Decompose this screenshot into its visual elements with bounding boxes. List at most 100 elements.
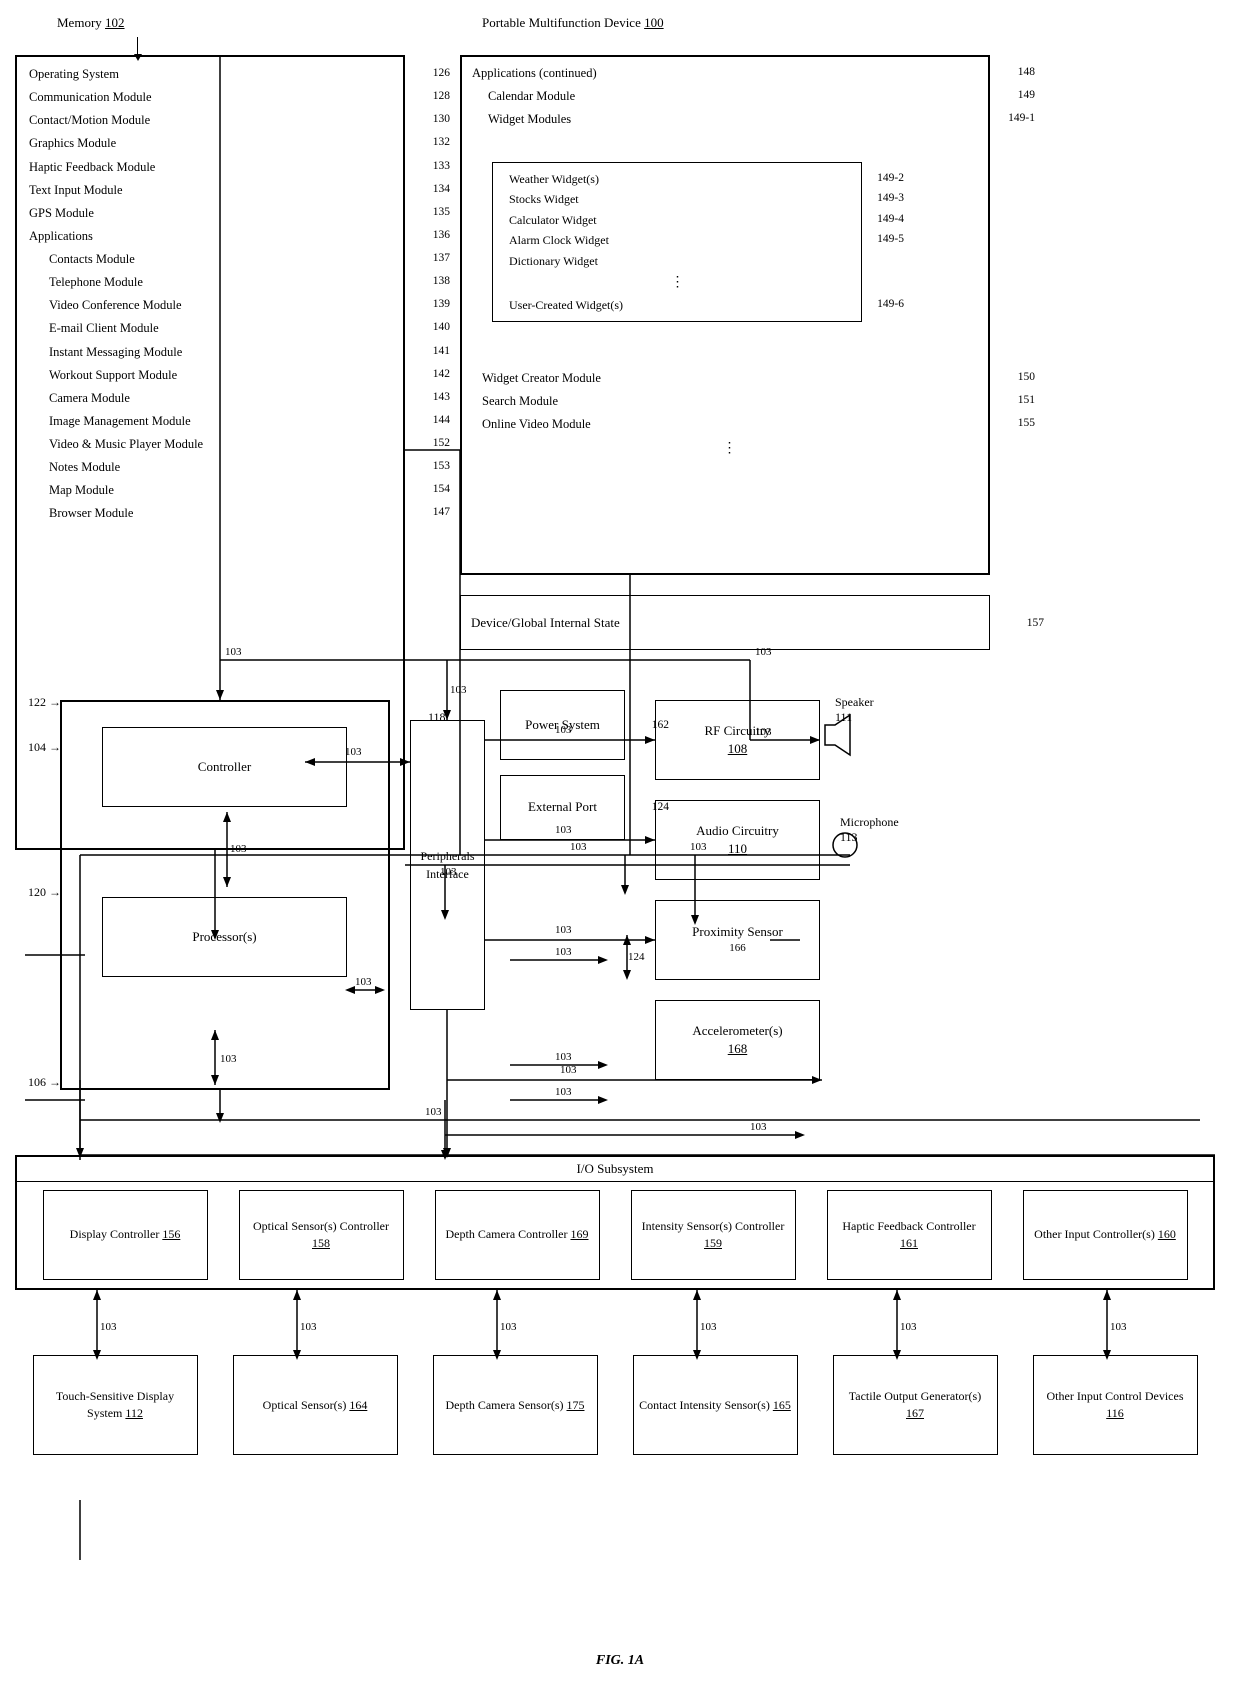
io-intensity-label: Intensity Sensor(s) Controller 159 — [637, 1218, 790, 1252]
io-subsystem-box: I/O Subsystem Display Controller 156 Opt… — [15, 1155, 1215, 1290]
ref-141: 141 — [433, 341, 450, 362]
svg-text:103: 103 — [570, 841, 587, 853]
ref-155: 155 — [1018, 413, 1035, 434]
io-other-input-controller: Other Input Controller(s) 160 — [1023, 1190, 1188, 1280]
controller-outer-box: Controller Processor(s) 103 — [60, 700, 390, 1090]
io-display-label: Display Controller 156 — [70, 1226, 181, 1243]
memory-item-map: Map Module — [49, 483, 114, 497]
ref-130: 130 — [433, 109, 450, 130]
pmd-box: Portable Multifunction Device 100 Applic… — [460, 55, 990, 575]
ref-138: 138 — [433, 271, 450, 292]
widget-weather: Weather Widget(s) — [509, 172, 599, 186]
bottom-tactile-output: Tactile Output Generator(s) 167 — [833, 1355, 998, 1455]
ref-118-label: 118 — [428, 710, 446, 725]
fig-caption: FIG. 1A — [596, 1653, 644, 1669]
memory-label: Memory — [57, 15, 102, 30]
touch-display-label: Touch-Sensitive Display System 112 — [39, 1388, 192, 1422]
ref-149-3: 149-3 — [877, 189, 904, 209]
ref-104: 104 → — [28, 740, 61, 755]
ref-149-5: 149-5 — [877, 230, 904, 250]
ref-149-4: 149-4 — [877, 210, 904, 230]
ref-140: 140 — [433, 317, 450, 338]
ref-149: 149 — [1018, 85, 1035, 106]
memory-item-contact: Contact/Motion Module — [29, 113, 150, 127]
ref-148: 148 — [1018, 62, 1035, 83]
pmd-widget-modules: Widget Modules — [488, 112, 571, 126]
svg-text:103: 103 — [555, 1086, 572, 1098]
controller-label: Controller — [198, 759, 251, 775]
proximity-ref: 166 — [692, 941, 783, 956]
widget-calculator: Calculator Widget — [509, 213, 597, 227]
ref-153: 153 — [433, 456, 450, 477]
ref-134: 134 — [433, 179, 450, 200]
svg-text:103: 103 — [555, 946, 572, 958]
widget-dots: ⋮ — [509, 271, 849, 295]
processor-label: Processor(s) — [192, 929, 256, 945]
memory-item-imgmgmt: Image Management Module — [49, 414, 191, 428]
io-depth-camera-controller: Depth Camera Controller 169 — [435, 1190, 600, 1280]
memory-item-workout: Workout Support Module — [49, 368, 177, 382]
ref-132: 132 — [433, 132, 450, 153]
contact-intensity-label: Contact Intensity Sensor(s) 165 — [639, 1397, 791, 1414]
memory-ref: 102 — [105, 15, 125, 30]
bottom-contact-intensity: Contact Intensity Sensor(s) 165 — [633, 1355, 798, 1455]
ref-147: 147 — [433, 502, 450, 523]
io-optical-label: Optical Sensor(s) Controller 158 — [245, 1218, 398, 1252]
pmd-online-video: Online Video Module — [482, 417, 591, 431]
io-optical-sensor-controller: Optical Sensor(s) Controller 158 — [239, 1190, 404, 1280]
memory-item-text: Text Input Module — [29, 183, 123, 197]
memory-item-graphics: Graphics Module — [29, 136, 116, 150]
svg-text:103: 103 — [500, 1321, 517, 1333]
bottom-touch-display: Touch-Sensitive Display System 112 — [33, 1355, 198, 1455]
rf-circuitry-box: RF Circuitry 108 — [655, 700, 820, 780]
bottom-other-input: Other Input Control Devices 116 — [1033, 1355, 1198, 1455]
speaker-icon — [820, 710, 860, 760]
svg-text:103: 103 — [100, 1321, 117, 1333]
pmd-label: Portable Multifunction Device — [482, 15, 641, 30]
widget-subbox: Weather Widget(s) 149-2 Stocks Widget 14… — [492, 162, 862, 322]
ref-149-6: 149-6 — [877, 295, 904, 315]
power-system-box: Power System 162 — [500, 690, 625, 760]
device-state-label: Device/Global Internal State — [471, 615, 620, 631]
device-state-box: Device/Global Internal State 157 — [460, 595, 990, 650]
ref-149-1: 149-1 — [1008, 108, 1035, 129]
svg-text:103: 103 — [555, 1051, 572, 1063]
memory-item-camera: Camera Module — [49, 391, 130, 405]
widget-alarm: Alarm Clock Widget — [509, 233, 609, 247]
svg-text:103: 103 — [450, 684, 467, 696]
memory-item-contacts: Contacts Module — [49, 252, 135, 266]
svg-text:103: 103 — [230, 843, 247, 855]
audio-circuitry-box: Audio Circuitry 110 — [655, 800, 820, 880]
ref-122: 122 → — [28, 695, 61, 710]
svg-text:103: 103 — [750, 1121, 767, 1133]
io-haptic-label: Haptic Feedback Controller 161 — [833, 1218, 986, 1252]
bottom-row: Touch-Sensitive Display System 112 Optic… — [15, 1355, 1215, 1455]
memory-item-videoconf: Video Conference Module — [49, 298, 182, 312]
io-inner: Display Controller 156 Optical Sensor(s)… — [17, 1182, 1213, 1287]
svg-text:103: 103 — [900, 1321, 917, 1333]
peripherals-label: Peripherals Interface — [416, 847, 479, 883]
memory-item-im: Instant Messaging Module — [49, 345, 182, 359]
pmd-search: Search Module — [482, 394, 558, 408]
io-intensity-sensor-controller: Intensity Sensor(s) Controller 159 — [631, 1190, 796, 1280]
depth-camera-label: Depth Camera Sensor(s) 175 — [446, 1397, 585, 1414]
io-title: I/O Subsystem — [17, 1157, 1213, 1182]
memory-item-videomusic: Video & Music Player Module — [49, 437, 203, 451]
widget-user-created: User-Created Widget(s) — [509, 298, 623, 312]
ref-133: 133 — [433, 156, 450, 177]
svg-text:103: 103 — [300, 1321, 317, 1333]
ref-128: 128 — [433, 86, 450, 107]
pmd-widget-creator: Widget Creator Module — [482, 371, 601, 385]
ref-151: 151 — [1018, 390, 1035, 411]
io-display-controller: Display Controller 156 — [43, 1190, 208, 1280]
accelerometer-ref: 168 — [692, 1040, 782, 1058]
pmd-title: Portable Multifunction Device 100 — [482, 15, 664, 31]
bottom-optical-sensor: Optical Sensor(s) 164 — [233, 1355, 398, 1455]
proximity-label: Proximity Sensor — [692, 923, 783, 941]
ref-157: 157 — [1027, 617, 1044, 629]
internal-arrows: 103 — [212, 807, 262, 897]
memory-item-comm: Communication Module — [29, 90, 152, 104]
ref-126: 126 — [433, 63, 450, 84]
svg-text:103: 103 — [555, 924, 572, 936]
memory-item-telephone: Telephone Module — [49, 275, 143, 289]
